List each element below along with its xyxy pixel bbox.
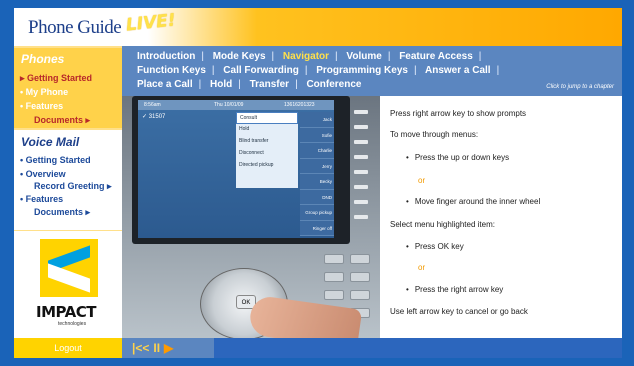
phone-line: ✓ 31507	[142, 114, 166, 120]
app-logo-live: LIVE!	[125, 10, 177, 36]
nav-mode-keys[interactable]: Mode Keys	[213, 51, 266, 62]
sidebar-item-phones-features[interactable]: • Features	[20, 101, 63, 111]
phone-key	[350, 254, 370, 264]
nav-transfer[interactable]: Transfer	[250, 79, 289, 90]
phone-speed-dial-item: DND	[300, 190, 334, 205]
impact-logo-name: IMPACT	[36, 303, 96, 321]
sidebar-item-record-greeting[interactable]: Record Greeting ▸	[34, 181, 112, 192]
phone-speed-dial-item: Becky	[300, 174, 334, 190]
app-logo: Phone Guide	[28, 17, 122, 38]
sidebar-item-vm-overview[interactable]: • Overview	[20, 169, 66, 179]
nav-call-forwarding[interactable]: Call Forwarding	[223, 65, 299, 76]
nav-place-a-call[interactable]: Place a Call	[137, 79, 193, 90]
sidebar-item-vm-getting-started[interactable]: • Getting Started	[20, 155, 91, 165]
header: Phone Guide LIVE!	[14, 8, 622, 46]
phone-menu-item: Hold	[239, 126, 250, 132]
phone-speed-dial-item: Charlie	[300, 143, 334, 159]
play-icon[interactable]: ▶	[164, 340, 173, 356]
phone-screen-status: 8:56am Thu 10/01/09 13616201323	[138, 100, 334, 110]
phone-side-key	[354, 170, 368, 174]
instruction-or: or	[418, 263, 426, 272]
phone-side-key	[354, 110, 368, 114]
chapter-nav-row-1: Introduction | Mode Keys | Navigator | Volu…	[137, 51, 482, 62]
sidebar-title-phones: Phones	[21, 52, 65, 66]
pause-icon[interactable]: II	[153, 340, 160, 356]
chapter-nav-row-3: Place a Call | Hold | Transfer | Conference	[137, 79, 362, 90]
nav-answer-a-call[interactable]: Answer a Call	[425, 65, 491, 76]
instruction-bullet: Press the right arrow key	[406, 285, 503, 294]
instruction-line: Select menu highlighted item:	[390, 220, 495, 229]
phone-side-key	[354, 155, 368, 159]
impact-shape-white	[48, 263, 90, 293]
playback-controls: |<< II ▶	[132, 340, 173, 356]
instruction-line: Use left arrow key to cancel or go back	[390, 307, 528, 316]
nav-function-keys[interactable]: Function Keys	[137, 65, 206, 76]
instruction-line: To move through menus:	[390, 130, 479, 139]
sidebar-item-vm-documents[interactable]: Documents ▸	[34, 207, 90, 218]
instruction-line: Press right arrow key to show prompts	[390, 109, 527, 118]
phone-time: 8:56am	[144, 102, 161, 108]
instruction-bullet: Move finger around the inner wheel	[406, 197, 540, 206]
sidebar: Phones ▸ Getting Started • My Phone • Fe…	[14, 46, 122, 338]
sidebar-item-vm-features[interactable]: • Features	[20, 194, 63, 204]
chapter-nav-row-2: Function Keys | Call Forwarding | Programm…	[137, 65, 500, 76]
jump-hint: Click to jump to a chapter	[546, 84, 614, 90]
phone-menu-item: Consult	[236, 112, 298, 124]
phone-extension: 13616201323	[284, 102, 315, 108]
sidebar-section-voice-mail: Voice Mail • Getting Started • Overview …	[14, 130, 122, 230]
phone-line-number: 31507	[148, 114, 166, 120]
logout-button[interactable]: Logout	[14, 338, 122, 358]
phone-speed-dial-item: Group pickup	[300, 205, 334, 221]
sidebar-item-my-phone[interactable]: • My Phone	[20, 87, 68, 97]
progress-bar[interactable]	[214, 338, 622, 358]
impact-logo: IMPACT technologies	[14, 231, 122, 338]
phone-side-key	[354, 125, 368, 129]
phone-side-keys	[354, 110, 372, 230]
nav-conference[interactable]: Conference	[306, 79, 361, 90]
phone-menu: Consult Hold Blind transfer Disconnect D…	[236, 112, 298, 188]
phone-speed-dial-item: Ringer off	[300, 221, 334, 236]
instructions-panel: Press right arrow key to show prompts To…	[380, 96, 622, 338]
phone-speed-dial-item: Jerry	[300, 159, 334, 174]
phone-key	[324, 272, 344, 282]
phone-speed-dial-list: Jack Sofie Charlie Jerry Becky DND Group…	[300, 112, 334, 236]
rewind-icon[interactable]: |<<	[132, 340, 149, 356]
nav-navigator[interactable]: Navigator	[283, 51, 329, 62]
phone-menu-item: Directed pickup	[239, 162, 274, 168]
instruction-bullet: Press the up or down keys	[406, 153, 509, 162]
nav-introduction[interactable]: Introduction	[137, 51, 195, 62]
sidebar-item-phones-documents[interactable]: Documents ▸	[34, 115, 90, 126]
sidebar-item-phones-getting-started[interactable]: ▸ Getting Started	[20, 73, 92, 84]
phone-screen: 8:56am Thu 10/01/09 13616201323 ✓ 31507 …	[138, 100, 334, 238]
phone-side-key	[354, 215, 368, 219]
impact-logo-sub: technologies	[58, 321, 87, 327]
phone-menu-item: Disconnect	[239, 150, 264, 156]
chapter-nav: Introduction | Mode Keys | Navigator | Volu…	[122, 46, 622, 96]
nav-programming-keys[interactable]: Programming Keys	[316, 65, 408, 76]
app-frame: Phone Guide LIVE! Phones ▸ Getting Start…	[14, 8, 622, 358]
phone-speed-dial-item: Sofie	[300, 128, 334, 143]
phone-side-key	[354, 200, 368, 204]
nav-hold[interactable]: Hold	[210, 79, 232, 90]
phone-key	[324, 290, 344, 300]
nav-volume[interactable]: Volume	[346, 51, 381, 62]
video-player[interactable]: 8:56am Thu 10/01/09 13616201323 ✓ 31507 …	[122, 96, 380, 338]
instruction-or: or	[418, 176, 426, 185]
phone-speed-dial-item: Jack	[300, 112, 334, 128]
phone-side-key	[354, 140, 368, 144]
player-controls-bar: Logout |<< II ▶	[14, 338, 622, 358]
impact-logo-mark	[40, 239, 98, 297]
phone-key	[324, 254, 344, 264]
sidebar-section-phones: Phones ▸ Getting Started • My Phone • Fe…	[14, 48, 122, 128]
phone-side-key	[354, 185, 368, 189]
phone-key	[350, 272, 370, 282]
phone-key	[350, 290, 370, 300]
phone-menu-item: Blind transfer	[239, 138, 269, 144]
sidebar-title-voice-mail: Voice Mail	[21, 135, 80, 149]
nav-feature-access[interactable]: Feature Access	[399, 51, 473, 62]
phone-date: Thu 10/01/09	[214, 102, 244, 108]
instruction-bullet: Press OK key	[406, 242, 464, 251]
